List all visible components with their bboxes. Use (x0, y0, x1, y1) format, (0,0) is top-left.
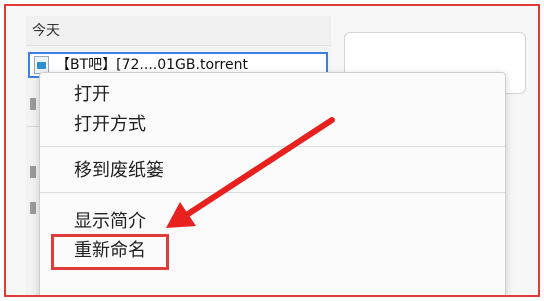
annotation-arrow-icon (166, 117, 335, 228)
screenshot-frame: 今天 【BT吧】[72....01GB.torrent 打开 打开方式 移到废纸… (4, 4, 540, 297)
